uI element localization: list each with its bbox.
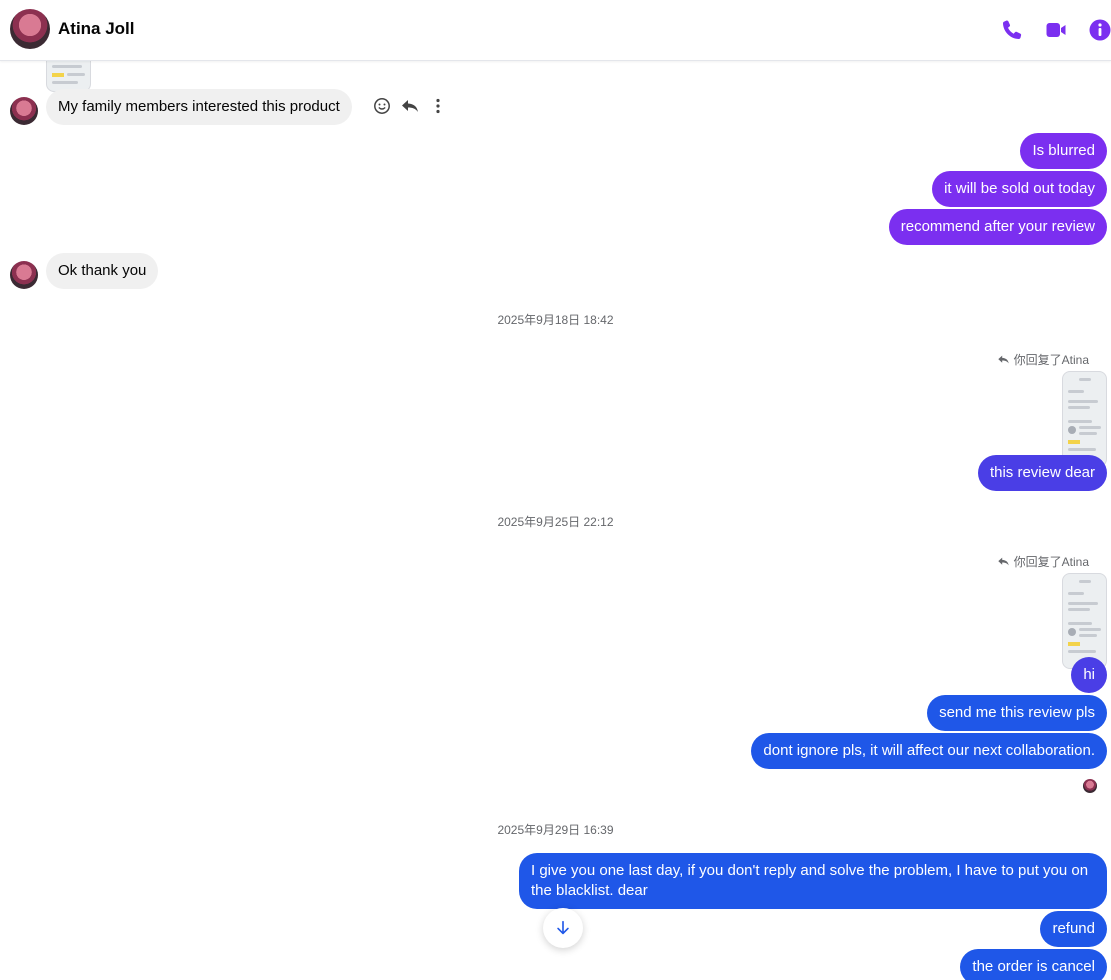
info-icon bbox=[1089, 19, 1111, 41]
outgoing-message[interactable]: hi bbox=[1071, 657, 1107, 693]
timestamp: 2025年9月18日 18:42 bbox=[497, 313, 614, 327]
outgoing-message[interactable]: the order is cancel bbox=[960, 949, 1107, 980]
chat-header: Atina Joll bbox=[0, 0, 1111, 61]
message-thread: My family members interested this produc… bbox=[0, 0, 1111, 980]
reply-note-text: 你回复了Atina bbox=[1013, 353, 1089, 367]
contact-avatar[interactable] bbox=[10, 97, 38, 125]
video-camera-icon bbox=[1046, 23, 1066, 37]
conversation-info-button[interactable] bbox=[1088, 18, 1111, 42]
scroll-to-bottom-button[interactable] bbox=[543, 908, 583, 948]
outgoing-message[interactable]: send me this review pls bbox=[927, 695, 1107, 731]
phone-icon bbox=[1003, 20, 1022, 39]
contact-name[interactable]: Atina Joll bbox=[58, 19, 135, 39]
outgoing-message[interactable]: Is blurred bbox=[1020, 133, 1107, 169]
reply-icon bbox=[997, 355, 1009, 364]
reply-icon bbox=[997, 557, 1009, 566]
outgoing-message[interactable]: it will be sold out today bbox=[932, 171, 1107, 207]
timestamp: 2025年9月29日 16:39 bbox=[497, 823, 614, 837]
incoming-message[interactable]: Ok thank you bbox=[46, 253, 159, 289]
timestamp: 2025年9月25日 22:12 bbox=[497, 515, 614, 529]
seen-receipt-avatar bbox=[1083, 779, 1097, 793]
reply-note: 你回复了Atina bbox=[997, 553, 1089, 570]
contact-avatar[interactable] bbox=[10, 261, 38, 289]
incoming-message[interactable]: My family members interested this produc… bbox=[46, 89, 352, 125]
replied-image-thumbnail[interactable] bbox=[1062, 371, 1107, 467]
reply-note: 你回复了Atina bbox=[997, 351, 1089, 368]
message-actions bbox=[372, 96, 448, 116]
outgoing-message[interactable]: I give you one last day, if you don't re… bbox=[519, 853, 1107, 909]
more-options-icon[interactable] bbox=[428, 96, 448, 116]
contact-avatar[interactable] bbox=[10, 9, 50, 49]
outgoing-message[interactable]: recommend after your review bbox=[888, 209, 1107, 245]
video-call-button[interactable] bbox=[1044, 18, 1068, 42]
reply-note-text: 你回复了Atina bbox=[1013, 555, 1089, 569]
arrow-down-icon bbox=[557, 920, 569, 935]
replied-image-thumbnail[interactable] bbox=[1062, 573, 1107, 669]
outgoing-message[interactable]: refund bbox=[1040, 911, 1107, 947]
reply-icon[interactable] bbox=[400, 96, 420, 116]
react-emoji-icon[interactable] bbox=[372, 96, 392, 116]
outgoing-message[interactable]: this review dear bbox=[977, 455, 1107, 491]
voice-call-button[interactable] bbox=[1000, 18, 1024, 42]
outgoing-message[interactable]: dont ignore pls, it will affect our next… bbox=[751, 733, 1107, 769]
